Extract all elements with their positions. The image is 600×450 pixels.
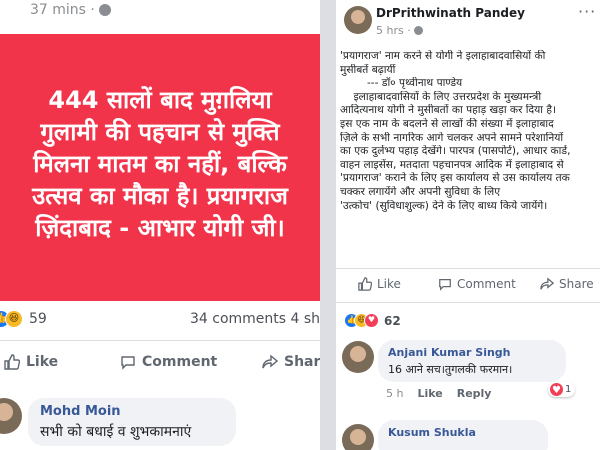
avatar[interactable] (342, 424, 374, 450)
post-actions: Like Comment Share (336, 274, 600, 298)
share-button[interactable]: Share (262, 354, 320, 370)
post-timestamp[interactable]: 5 hrs · (376, 24, 423, 37)
comment-icon (121, 356, 135, 370)
post-banner[interactable]: 444 सालों बाद मुग़लिया गुलामी की पहचान स… (0, 34, 320, 301)
comment-bubble: Mohd Moin सभी को बधाई व शुभकामनाएं (28, 398, 236, 446)
body-line: ज़िले के सभी नागरिक आगे चलकर अपने सामने … (340, 131, 564, 144)
body-line: का एक दुर्लभ्य पहाड़ देखेंगे। पारपत्र (प… (340, 145, 571, 158)
body-line: 'उत्कोच' (सुविधाशुल्क) देने के लिए बाध्य… (340, 199, 548, 212)
like-label: Like (377, 277, 401, 291)
comment-text: सभी को बधाई व शुभकामनाएं (40, 424, 192, 440)
like-button[interactable]: Like (358, 277, 401, 291)
comments-shares-count[interactable]: 34 comments 4 sha (190, 311, 320, 327)
post-actions: Like Comment Share (0, 350, 320, 380)
banner-line: गुलामी की पहचान से मुक्ति (40, 118, 280, 146)
comment-bubble: Kusum Shukla (378, 420, 548, 450)
share-icon (262, 354, 278, 369)
more-options-icon[interactable]: ··· (578, 2, 596, 21)
screenshot-root: 37 mins · 444 सालों बाद मुग़लिया गुलामी … (0, 0, 600, 450)
left-post: 37 mins · 444 सालों बाद मुग़लिया गुलामी … (0, 0, 320, 450)
reaction-count: 59 (29, 311, 47, 327)
avatar[interactable] (0, 398, 22, 434)
comment-like-link[interactable]: Like (417, 387, 442, 400)
like-label: Like (26, 354, 59, 370)
comment-meta: 5 h Like Reply (386, 387, 491, 400)
share-icon (540, 277, 554, 290)
comment-text: 16 आने सच।तुगलकी फरमान। (388, 363, 513, 376)
divider (336, 302, 600, 303)
body-line: वाहन लाइसेंस, मतदाता पहचानपत्र आदिक में … (340, 158, 564, 171)
love-reaction-icon: ♥ (364, 313, 379, 328)
banner-line: मिलना मातम का नहीं, बल्कि (33, 150, 287, 178)
banner-text: 444 सालों बाद मुग़लिया गुलामी की पहचान स… (4, 84, 316, 244)
banner-line: 444 सालों बाद मुग़लिया (48, 86, 272, 114)
globe-icon (98, 4, 111, 16)
reactions-summary[interactable]: 👍 😆 59 (0, 309, 47, 329)
body-line: --- डॉ० पृथ्वीनाथ पाण्डेय (340, 77, 463, 90)
body-line: आदित्यनाथ योगी ने मुसीबतों का पहाड़ खड़ा… (340, 104, 557, 117)
banner-line: ज़िंदाबाद - आभार योगी जी। (35, 214, 285, 242)
comment-author[interactable]: Anjani Kumar Singh (388, 346, 556, 359)
body-line: 'प्रयागराज' कराने के लिए इस कार्यालय से … (340, 172, 570, 185)
post-body: 'प्रयागराज' नाम करने से योगी ने इलाहाबाद… (340, 50, 600, 213)
laugh-reaction-icon: 😆 (5, 310, 23, 328)
reaction-count: 62 (384, 313, 401, 328)
comment-author[interactable]: Kusum Shukla (388, 426, 538, 439)
divider (0, 340, 320, 341)
column-gap (320, 0, 336, 450)
comment: Mohd Moin सभी को बधाई व शुभकामनाएं (0, 396, 320, 450)
globe-icon (413, 26, 423, 35)
comment-button[interactable]: Comment (120, 354, 217, 370)
post-timestamp[interactable]: 37 mins · (30, 2, 111, 18)
timestamp-text: 5 hrs · (376, 24, 411, 37)
comment-label: Comment (142, 354, 218, 370)
post-author[interactable]: DrPrithwinath Pandey (376, 6, 525, 20)
body-line: मुसीबतें बढ़ायीं (340, 63, 396, 76)
body-line: इस एक नाम के बदलने से लाखों की संख्या मे… (340, 117, 554, 130)
body-line: 'प्रयागराज' नाम करने से योगी ने इलाहाबाद… (340, 50, 546, 62)
right-post: DrPrithwinath Pandey 5 hrs · ··· 'प्रयाग… (336, 0, 600, 450)
share-label: Share (284, 354, 320, 370)
thumbs-up-icon (4, 354, 20, 370)
comment-button[interactable]: Comment (438, 277, 516, 291)
body-line: इलाहाबादवासियों के लिए उत्तरप्रदेश के मु… (340, 90, 542, 103)
comment-reactions[interactable]: ♥ 1 (548, 382, 576, 397)
like-button[interactable]: Like (4, 354, 58, 370)
comment-bubble: Anjani Kumar Singh 16 आने सच।तुगलकी फरमा… (378, 340, 566, 382)
comment-reaction-count: 1 (565, 384, 572, 395)
share-button[interactable]: Share (540, 277, 594, 291)
comment-reply-link[interactable]: Reply (457, 387, 492, 400)
comment-icon (439, 279, 451, 291)
comment-label: Comment (457, 277, 516, 291)
author-avatar[interactable] (344, 6, 372, 34)
banner-line: उत्सव का मौका है। प्रयागराज (32, 182, 288, 210)
thumbs-up-icon (358, 277, 372, 291)
body-line: चक्कर लगायेंगे और अपनी सुविधा के लिए (340, 185, 501, 198)
divider (336, 268, 600, 269)
timestamp-text: 37 mins · (30, 2, 95, 18)
comment-author[interactable]: Mohd Moin (40, 404, 224, 419)
comment-time[interactable]: 5 h (386, 387, 403, 400)
share-label: Share (559, 277, 594, 291)
avatar[interactable] (342, 341, 374, 373)
reactions-summary[interactable]: 👍 😆 ♥ 62 (344, 313, 401, 328)
love-reaction-icon: ♥ (550, 383, 563, 396)
